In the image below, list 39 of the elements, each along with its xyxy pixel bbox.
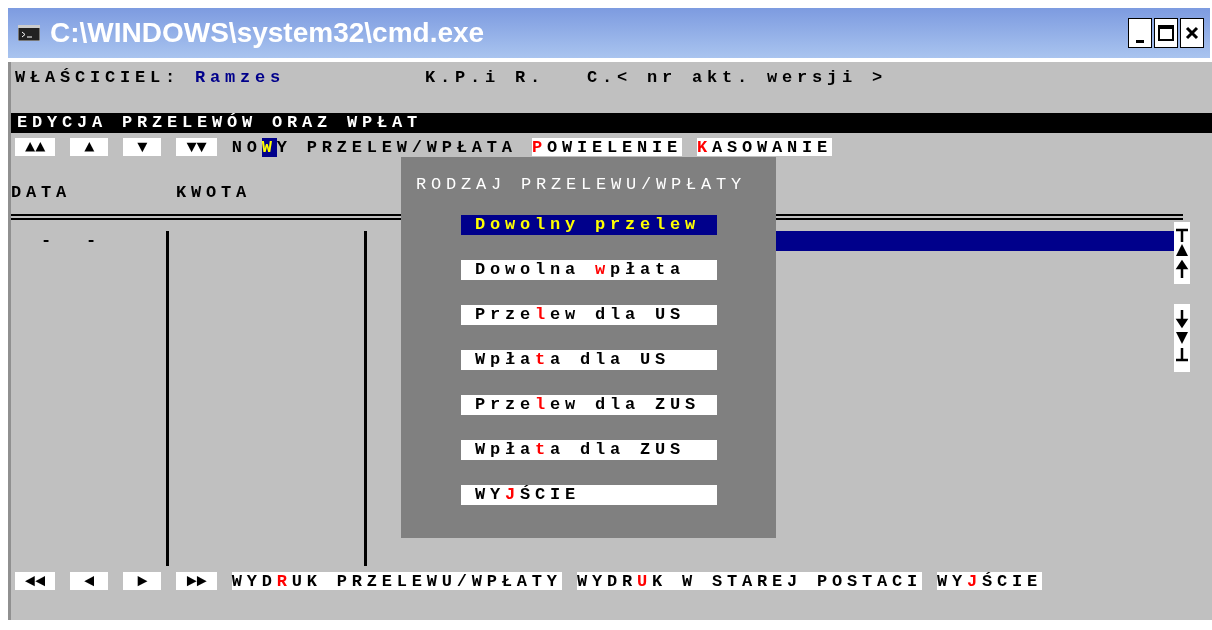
column-header: DATA: [11, 182, 72, 202]
nav-button[interactable]: ▲: [70, 138, 109, 156]
menu-option[interactable]: WY J ŚCIE: [461, 485, 717, 505]
owner-label: WŁAŚCICIEL:: [15, 68, 181, 88]
column-header: KWOTA: [176, 182, 251, 202]
menu-command[interactable]: K ASOWANIE: [696, 138, 832, 156]
minimize-button[interactable]: [1128, 18, 1152, 48]
nav-button[interactable]: ▼: [123, 138, 162, 156]
scroll-down-icon[interactable]: [1174, 304, 1190, 372]
owner-name: Ramzes: [195, 68, 286, 88]
nav-button[interactable]: ►: [123, 572, 162, 590]
dialog-title: RODZAJ PRZELEWU/WPŁATY: [415, 175, 748, 196]
nav-button[interactable]: ▲▲: [15, 138, 56, 156]
maximize-button[interactable]: [1154, 18, 1178, 48]
minimize-icon: [1136, 39, 1144, 43]
close-button[interactable]: [1180, 18, 1204, 48]
scroll-up-icon[interactable]: [1174, 222, 1190, 284]
menu-command[interactable]: WYDR U K W STAREJ POSTACI: [576, 572, 922, 590]
window-title: C:\WINDOWS\system32\cmd.exe: [50, 17, 486, 49]
nav-button[interactable]: ◄: [70, 572, 109, 590]
menu-option[interactable]: Wpła t a dla ZUS: [461, 440, 717, 460]
menu-option[interactable]: Prze l ew dla US: [461, 305, 717, 325]
section-title: EDYCJA PRZELEWÓW ORAZ WPŁAT: [11, 113, 1212, 133]
date-cell-text: - -: [41, 231, 102, 251]
nav-button[interactable]: ▼▼: [176, 138, 217, 156]
program-name: K.P.i R.: [425, 68, 546, 88]
nav-button[interactable]: ►►: [176, 572, 217, 590]
console-icon: [18, 25, 40, 41]
version-label: C.< nr akt. wersji >: [587, 68, 888, 88]
menu-option[interactable]: Dowolna w płata: [461, 260, 717, 280]
menu-option[interactable]: Wpła t a dla US: [461, 350, 717, 370]
close-icon: [1185, 26, 1199, 40]
nav-button[interactable]: ◄◄: [15, 572, 56, 590]
menu-option[interactable]: Prze l ew dla ZUS: [461, 395, 717, 415]
menu-command[interactable]: P OWIELENIE: [531, 138, 682, 156]
menu-command[interactable]: WY J ŚCIE: [936, 572, 1042, 590]
menu-command[interactable]: WYD R UK PRZELEWU/WPŁATY: [231, 572, 562, 590]
maximize-icon: [1158, 25, 1174, 41]
menu-option[interactable]: Dowolny przelew: [461, 215, 717, 235]
